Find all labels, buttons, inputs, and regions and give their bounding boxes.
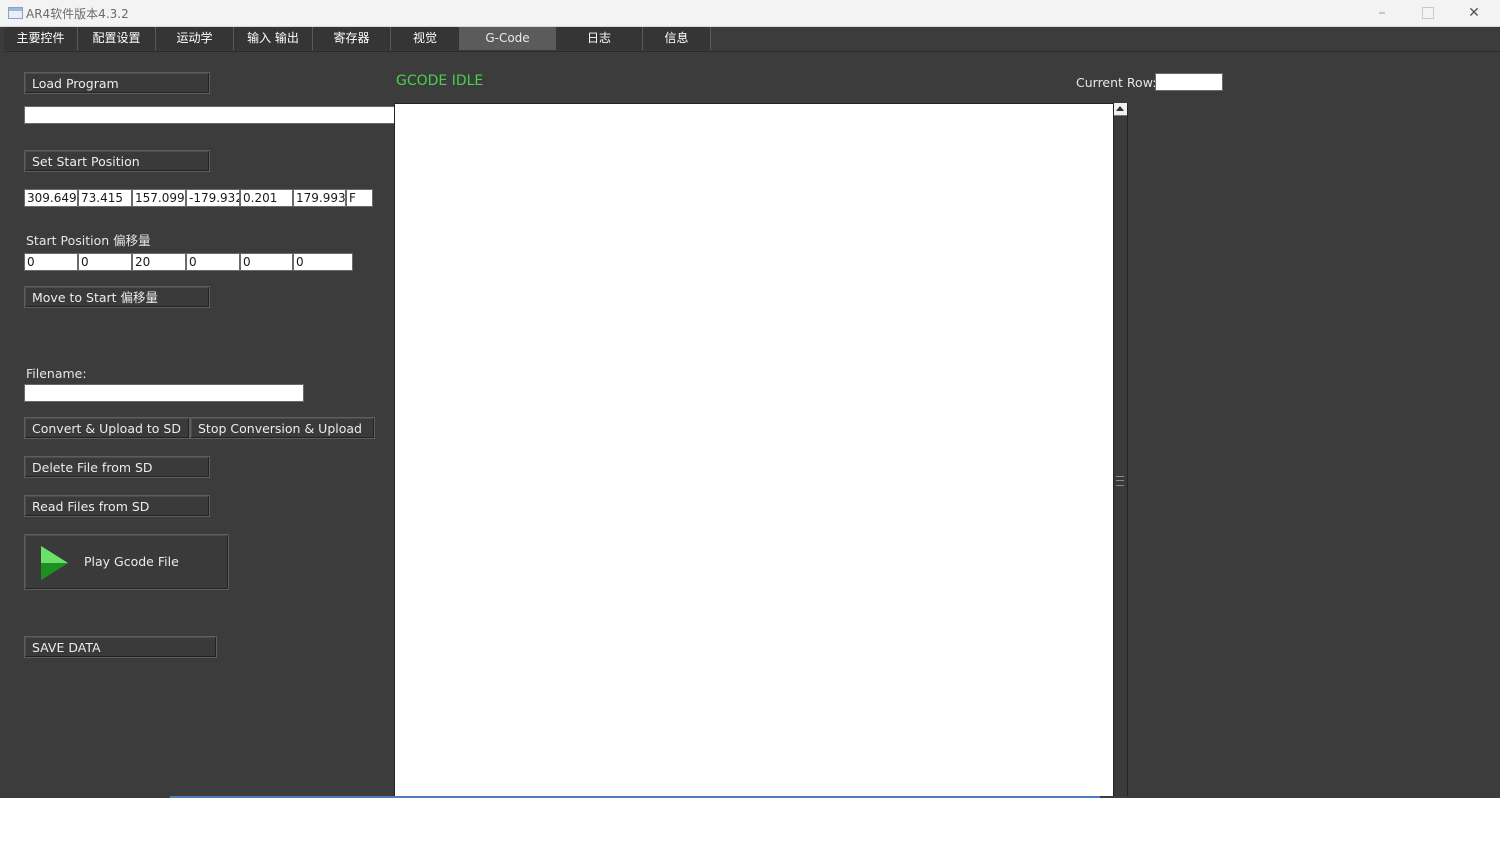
start-offset-label: Start Position 偏移量 <box>26 233 151 248</box>
gcode-text-area[interactable] <box>394 103 1113 798</box>
filename-label: Filename: <box>26 366 87 381</box>
start-offset-y-input[interactable]: 0 <box>78 253 132 271</box>
set-start-position-button[interactable]: Set Start Position <box>24 150 210 172</box>
start-offset-z-input[interactable]: 20 <box>132 253 186 271</box>
tab-kinematics[interactable]: 运动学 <box>156 27 234 50</box>
start-position-j4-input[interactable]: -179.932 <box>186 189 240 207</box>
minimize-button[interactable]: – <box>1359 0 1405 26</box>
program-path-input[interactable] <box>24 106 395 124</box>
maximize-button[interactable] <box>1405 0 1451 26</box>
start-position-flag-input[interactable]: F <box>346 189 373 207</box>
tab-config[interactable]: 配置设置 <box>78 27 156 50</box>
scroll-grip-icon[interactable] <box>1116 476 1124 486</box>
bottom-edge <box>0 796 1500 798</box>
save-data-button[interactable]: SAVE DATA <box>24 636 217 658</box>
title-bar: AR4软件版本4.3.2 – ✕ <box>0 0 1500 27</box>
move-to-start-button[interactable]: Move to Start 偏移量 <box>24 286 210 308</box>
start-position-j3-input[interactable]: 157.099 <box>132 189 186 207</box>
start-offset-ry-input[interactable]: 0 <box>240 253 293 271</box>
tab-registers[interactable]: 寄存器 <box>313 27 391 50</box>
app-window: AR4软件版本4.3.2 – ✕ 主要控件 配置设置 运动学 输入 输出 寄存器… <box>0 0 1500 798</box>
maximize-icon <box>1422 7 1434 19</box>
gcode-status: GCODE IDLE <box>396 73 484 89</box>
start-offset-x-input[interactable]: 0 <box>24 253 78 271</box>
close-button[interactable]: ✕ <box>1451 0 1497 26</box>
start-position-j6-input[interactable]: 179.993 <box>293 189 346 207</box>
play-gcode-label: Play Gcode File <box>84 554 179 569</box>
gcode-scrollbar[interactable] <box>1113 103 1128 798</box>
current-row-label: Current Row: <box>1076 75 1157 90</box>
start-position-j2-input[interactable]: 73.415 <box>78 189 132 207</box>
scroll-up-button[interactable] <box>1114 103 1127 116</box>
app-icon <box>8 7 23 19</box>
current-row-input[interactable] <box>1155 73 1223 91</box>
window-title: AR4软件版本4.3.2 <box>26 7 129 21</box>
stop-conversion-button[interactable]: Stop Conversion & Upload <box>190 417 375 439</box>
start-offset-rx-input[interactable]: 0 <box>293 253 353 271</box>
delete-file-button[interactable]: Delete File from SD <box>24 456 210 478</box>
chevron-up-icon <box>1116 106 1124 111</box>
tab-info[interactable]: 信息 <box>643 27 711 50</box>
tab-bar: 主要控件 配置设置 运动学 输入 输出 寄存器 视觉 G-Code 日志 信息 <box>4 27 1500 52</box>
tab-io[interactable]: 输入 输出 <box>234 27 313 50</box>
load-program-button[interactable]: Load Program <box>24 72 210 94</box>
start-offset-rz-input[interactable]: 0 <box>186 253 240 271</box>
tab-vision[interactable]: 视觉 <box>391 27 460 50</box>
tab-gcode[interactable]: G-Code <box>460 27 556 50</box>
read-files-button[interactable]: Read Files from SD <box>24 495 210 517</box>
filename-input[interactable] <box>24 384 304 402</box>
play-gcode-button[interactable]: Play Gcode File <box>24 534 229 590</box>
play-triangle-icon <box>41 546 68 580</box>
convert-upload-button[interactable]: Convert & Upload to SD <box>24 417 190 439</box>
tab-log[interactable]: 日志 <box>556 27 643 50</box>
start-position-j1-input[interactable]: 309.649 <box>24 189 78 207</box>
start-position-j5-input[interactable]: 0.201 <box>240 189 293 207</box>
tab-main-controls[interactable]: 主要控件 <box>4 27 78 50</box>
